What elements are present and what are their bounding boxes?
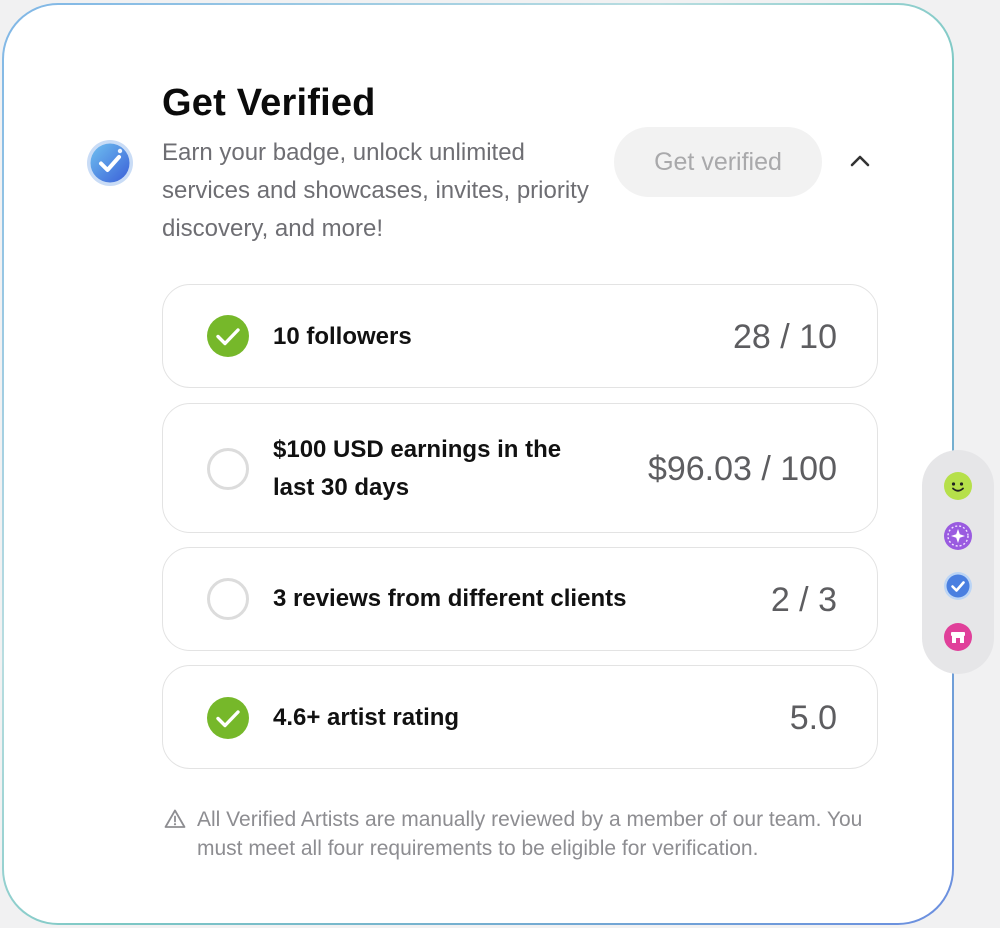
requirement-progress: 2 / 3 [770,581,837,619]
sparkle-icon[interactable] [943,521,973,551]
requirement-progress: 5.0 [789,699,837,737]
page-title: Get Verified [162,82,376,124]
requirement-label: 4.6+ artist rating [273,704,460,731]
chevron-up-icon[interactable] [844,145,876,177]
empty-circle-icon [207,578,249,620]
smiley-icon[interactable] [943,471,973,501]
requirement-progress: 28 / 10 [733,318,837,356]
verification-description: Earn your badge, unlock unlimited servic… [162,139,589,242]
requirement-reviews: 3 reviews from different clients 2 / 3 [162,547,878,651]
requirement-label: $100 USD earnings in the last 30 days [273,436,562,501]
check-icon [207,315,249,357]
verification-card-frame: Get Verified Earn your badge, unlock unl… [2,3,954,925]
side-nav [922,450,994,674]
verified-icon[interactable] [943,571,973,601]
empty-circle-icon [207,448,249,490]
requirement-progress: $96.03 / 100 [647,450,837,488]
requirement-label: 10 followers [273,323,412,350]
check-icon [207,697,249,739]
requirement-label: 3 reviews from different clients [273,585,627,612]
get-verified-button[interactable]: Get verified [614,127,822,197]
store-icon[interactable] [943,622,973,652]
requirement-followers: 10 followers 28 / 10 [162,284,878,388]
verified-badge-icon [87,140,133,186]
warning-icon [164,809,186,828]
requirement-earnings: $100 USD earnings in the last 30 days $9… [162,403,878,533]
note-text: All Verified Artists are manually review… [197,808,863,860]
verification-card: Get Verified Earn your badge, unlock unl… [4,5,952,923]
requirement-rating: 4.6+ artist rating 5.0 [162,665,878,769]
